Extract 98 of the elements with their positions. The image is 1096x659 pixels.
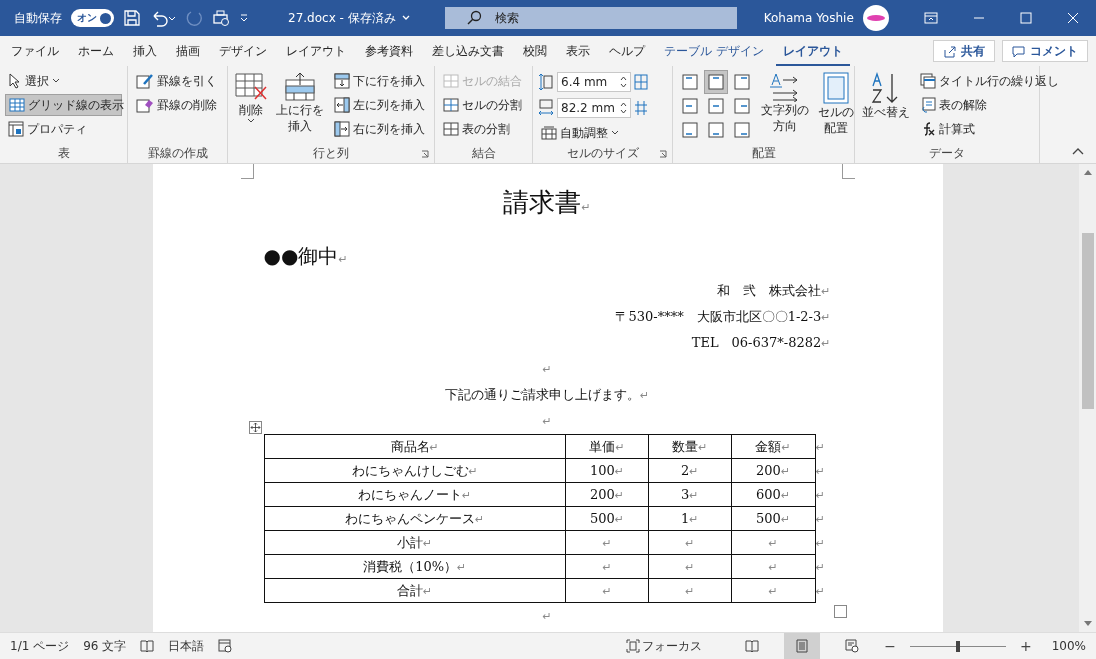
row-end-mark: ↵: [815, 489, 825, 502]
menu-tab[interactable]: ホーム: [71, 36, 121, 66]
table-cell: 小計↵: [264, 530, 566, 555]
row-end-mark: ↵: [815, 441, 825, 454]
autosave-label: 自動保存: [14, 9, 62, 27]
paragraph-mark: ↵: [542, 610, 552, 623]
eraser-button[interactable]: 罫線の削除: [133, 94, 222, 116]
sort-button[interactable]: 並べ替え: [860, 70, 912, 145]
menu-tab[interactable]: ファイル: [4, 36, 66, 66]
focus-button[interactable]: フォーカス: [626, 637, 703, 655]
repeat-header-button[interactable]: タイトル行の繰り返し: [917, 70, 1062, 92]
table-cell: 数量↵: [648, 434, 732, 459]
row-end-mark: ↵: [815, 537, 825, 550]
paragraph-mark: ↵: [542, 363, 552, 376]
table-cell: わにちゃんペンケース↵: [264, 506, 566, 531]
select-button[interactable]: 選択: [5, 70, 122, 92]
group-label: 罫線の作成: [147, 145, 208, 161]
table-cell: ↵: [731, 530, 816, 555]
group-label: 行と列: [313, 145, 349, 161]
delete-button[interactable]: 削除: [233, 70, 269, 145]
table-cell: 500↵: [731, 506, 816, 531]
menu-tab[interactable]: 挿入: [126, 36, 164, 66]
zoom-out-button[interactable]: −: [884, 638, 896, 654]
row-height-field[interactable]: 6.4 mm: [557, 72, 631, 92]
formula-button[interactable]: 計算式: [917, 118, 1062, 140]
table-cell: ↵: [565, 578, 649, 603]
language-indicator[interactable]: 日本語: [168, 637, 205, 655]
group-label: 配置: [751, 145, 776, 161]
page-count[interactable]: 1/1 ページ: [10, 637, 70, 655]
table-cell: わにちゃんけしごむ↵: [264, 458, 566, 483]
table-cell: 200↵: [731, 458, 816, 483]
zoom-in-button[interactable]: +: [1019, 638, 1032, 654]
row-end-mark: ↵: [815, 465, 825, 478]
table-cell: 100↵: [565, 458, 649, 483]
message-text: 下記の通りご請求申し上げます。↵: [444, 387, 650, 402]
merge-group-button[interactable]: セルの分割: [440, 94, 527, 116]
group-label: 結合: [471, 145, 496, 161]
table-cell: 消費税（10%）↵: [264, 554, 566, 579]
table-cell: ↵: [565, 554, 649, 579]
paragraph-mark: ↵: [542, 415, 552, 428]
table-cell: 単価↵: [565, 434, 649, 459]
table-cell: 商品名↵: [264, 434, 566, 459]
table-cell: 合計↵: [264, 578, 566, 603]
row-end-mark: ↵: [815, 561, 825, 574]
row-end-mark: ↵: [815, 513, 825, 526]
draw-table-button[interactable]: 罫線を引く: [133, 70, 222, 92]
document-title-text: 請求書↵: [502, 186, 592, 219]
comment-button[interactable]: コメント: [1002, 40, 1088, 62]
menu-tab[interactable]: ヘルプ: [602, 36, 652, 66]
search-field[interactable]: 検索: [444, 7, 737, 29]
table-cell: 600↵: [731, 482, 816, 507]
insert-left-button[interactable]: 左に列を挿入: [331, 94, 428, 116]
table-cell: 2↵: [648, 458, 732, 483]
insert-right-button[interactable]: 右に列を挿入: [331, 118, 428, 140]
menu-tab[interactable]: 表示: [559, 36, 597, 66]
table-cell: ↵: [731, 554, 816, 579]
table-cell: わにちゃんノート↵: [264, 482, 566, 507]
table-cell: ↵: [648, 578, 732, 603]
zoom-level[interactable]: 100%: [1051, 639, 1086, 653]
menu-tab[interactable]: レイアウト: [279, 36, 353, 66]
autofit-button[interactable]: 自動調整: [538, 122, 667, 144]
column-width-field[interactable]: 82.2 mm: [557, 98, 631, 118]
table-cell: ↵: [731, 578, 816, 603]
sender-line: 和 弐 株式会社↵: [716, 282, 831, 300]
group-label: セルのサイズ: [566, 145, 639, 161]
table-cell: 金額↵: [731, 434, 816, 459]
autosave-toggle[interactable]: オン: [71, 9, 114, 27]
menu-tab[interactable]: デザイン: [212, 36, 274, 66]
cell-margins-button[interactable]: セルの 配置: [816, 70, 856, 145]
properties-button[interactable]: プロパティ: [5, 118, 122, 140]
table-cell: 3↵: [648, 482, 732, 507]
group-label: 表: [57, 145, 70, 161]
merge-group-button[interactable]: 表の分割: [440, 118, 527, 140]
table-cell: ↵: [648, 554, 732, 579]
user-name[interactable]: Kohama Yoshie: [763, 11, 854, 25]
table-cell: 500↵: [565, 506, 649, 531]
menu-tab[interactable]: 描画: [169, 36, 207, 66]
text-direction-button[interactable]: 文字列の 方向: [759, 70, 811, 145]
share-button[interactable]: 共有: [933, 40, 995, 62]
menu-tab[interactable]: 参考資料: [358, 36, 420, 66]
menu-tab[interactable]: 校閲: [516, 36, 554, 66]
group-label: データ: [929, 145, 965, 161]
row-end-mark: ↵: [815, 585, 825, 598]
insert-above-button[interactable]: 上に行を 挿入: [274, 70, 326, 145]
table-cell: 1↵: [648, 506, 732, 531]
menu-tab[interactable]: 差し込み文書: [425, 36, 511, 66]
table-cell: ↵: [565, 530, 649, 555]
word-count[interactable]: 96 文字: [83, 637, 127, 655]
document-title[interactable]: 27.docx - 保存済み: [288, 9, 410, 27]
addressee-text: ●●御中↵: [263, 243, 349, 270]
gridlines-button[interactable]: グリッド線の表示: [5, 94, 122, 116]
sender-line: TEL 06-637*-8282↵: [690, 334, 831, 352]
sender-line: 〒530-**** 大阪市北区〇〇1-2-3↵: [614, 308, 831, 326]
insert-below-button[interactable]: 下に行を挿入: [331, 70, 428, 92]
table-cell: ↵: [648, 530, 732, 555]
menu-tab[interactable]: テーブル デザイン: [657, 36, 771, 66]
convert-to-text-button[interactable]: 表の解除: [917, 94, 1062, 116]
table-cell: 200↵: [565, 482, 649, 507]
